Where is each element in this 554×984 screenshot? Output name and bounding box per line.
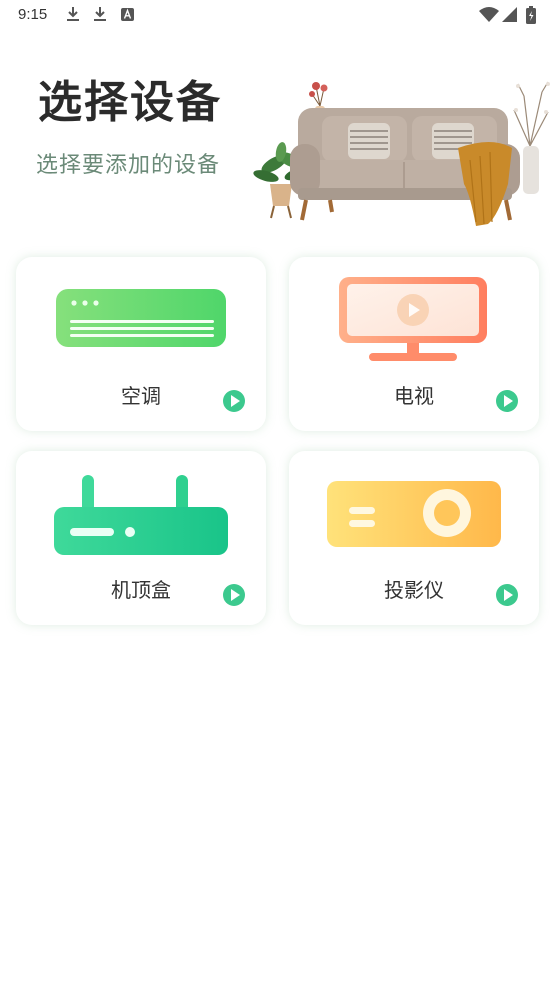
page-subtitle: 选择要添加的设备 [36, 153, 221, 178]
play-icon[interactable] [496, 584, 518, 606]
device-card-projector[interactable]: 投影仪 [289, 451, 539, 625]
device-card-air-conditioner[interactable]: 空调 [16, 257, 266, 431]
play-icon[interactable] [223, 584, 245, 606]
page-title: 选择设备 [38, 77, 222, 128]
battery-icon [526, 6, 536, 24]
tv-icon [339, 277, 487, 361]
pillow-icon [348, 123, 390, 159]
wifi-icon [479, 7, 499, 22]
a-notification-icon [121, 8, 134, 21]
device-card-set-top-box[interactable]: 机顶盒 [16, 451, 266, 625]
projector-icon [327, 481, 501, 547]
device-card-tv[interactable]: 电视 [289, 257, 539, 431]
download-icon [67, 7, 79, 21]
play-icon[interactable] [496, 390, 518, 412]
throw-blanket-icon [458, 142, 512, 226]
play-icon[interactable] [223, 390, 245, 412]
set-top-box-icon [54, 475, 228, 555]
download-icon [94, 7, 106, 21]
air-conditioner-icon [56, 289, 226, 347]
status-time: 9:15 [18, 6, 48, 23]
signal-icon [502, 7, 517, 22]
sofa-illustration [253, 81, 550, 226]
status-bar: 9:15 [0, 0, 554, 32]
